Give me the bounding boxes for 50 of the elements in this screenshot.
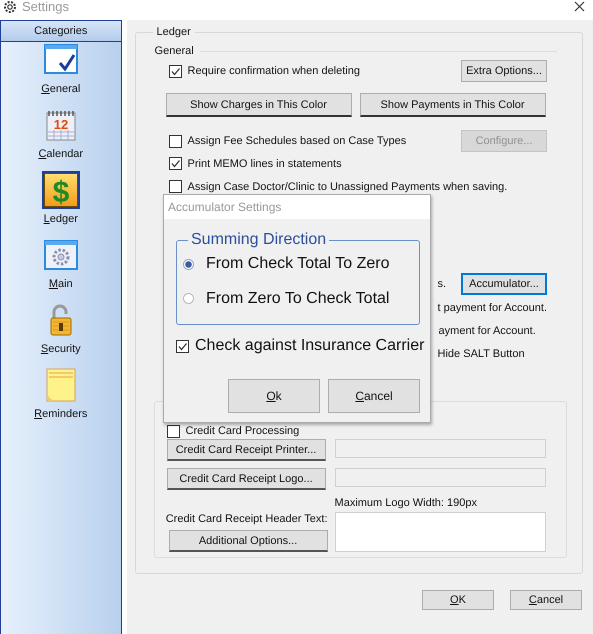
checkbox[interactable] [176,340,189,352]
checkbox-label: Assign Fee Schedules based on Case Types [188,135,406,147]
checkbox[interactable] [168,64,182,78]
checkbox-label: Credit Card Processing [186,425,300,437]
checkbox-label: Require confirmation when deleting [188,65,360,77]
section-title: General [154,45,194,57]
option-button[interactable]: Extra Options... [461,60,547,82]
dialog-button[interactable]: Cancel [510,590,582,610]
gear-icon [3,0,17,14]
dialog-button[interactable]: Ok [228,379,320,413]
category-label[interactable]: General [41,83,80,95]
dialog-button[interactable]: OK [422,590,494,610]
color-button[interactable]: Show Charges in This Color [166,93,352,117]
group-title: Ledger [156,26,192,38]
receipt-logo-button[interactable]: Credit Card Receipt Logo... [166,468,326,490]
checkbox-label: Print MEMO lines in statements [188,158,342,170]
header-text-label: Credit Card Receipt Header Text: [166,513,328,525]
printer-field[interactable] [334,439,546,458]
option-label: Hide SALT Button [438,348,525,360]
radio-button[interactable] [183,293,194,304]
radio-label: From Zero To Check Total [206,290,390,308]
checkbox[interactable] [168,157,182,170]
checkbox-label: Check against Insurance Carrier [195,337,424,355]
group-title: Summing Direction [190,231,328,249]
dialog-button[interactable]: Cancel [328,379,420,413]
checkbox[interactable] [166,424,180,438]
category-label[interactable]: Calendar [38,148,84,160]
option-label: t payment for Account. [438,302,547,314]
window-title: Settings [22,0,69,14]
radio-button[interactable] [183,258,194,270]
category-label[interactable]: Main [48,278,73,290]
sidebar-header: Categories [1,21,121,42]
header-text-field[interactable] [334,512,546,552]
color-button[interactable]: Show Payments in This Color [360,93,546,117]
logo-field[interactable] [334,468,546,487]
radio-label: From Check Total To Zero [206,255,390,273]
logo-width-note: Maximum Logo Width: 190px [334,497,478,509]
category-label[interactable]: Reminders [34,408,88,420]
checkbox[interactable] [168,180,182,193]
option-label: ayment for Account. [438,324,536,336]
close-icon[interactable] [574,1,585,12]
receipt-printer-button[interactable]: Credit Card Receipt Printer... [166,439,326,461]
category-label[interactable]: Security [40,343,81,355]
dialog-title: Accumulator Settings [168,200,282,214]
checkbox[interactable] [168,134,182,148]
category-label[interactable]: Ledger [44,213,78,225]
option-label: s. [438,278,446,290]
accumulator-button[interactable]: Accumulator... [461,273,547,295]
checkbox-label: Assign Case Doctor/Clinic to Unassigned Payments when saving. [188,180,508,192]
additional-options-button[interactable]: Additional Options... [168,530,328,552]
